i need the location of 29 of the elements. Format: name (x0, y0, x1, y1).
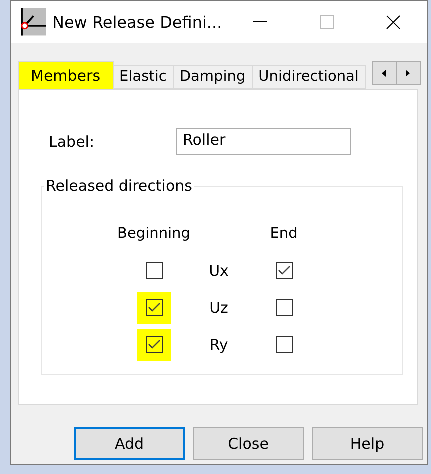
tab[interactable]: Members (18, 61, 114, 89)
checkbox[interactable] (146, 336, 162, 353)
dialog-button[interactable]: Add (74, 427, 185, 460)
direction-label: Ux (209, 262, 229, 280)
minimize-icon[interactable] (253, 21, 268, 23)
checkbox[interactable] (276, 262, 292, 279)
dialog-button[interactable]: Help (312, 427, 423, 460)
left-arrow-icon[interactable] (382, 70, 386, 76)
release-icon (21, 8, 46, 36)
right-arrow-icon[interactable] (406, 70, 410, 76)
close-icon[interactable] (386, 14, 402, 30)
checkbox[interactable] (276, 299, 292, 316)
scroll-right-button[interactable] (396, 61, 421, 85)
direction-label: Uz (210, 298, 228, 316)
window-title: New Release Defini... (52, 12, 224, 32)
group-title: Released directions (45, 177, 194, 195)
column-header: Beginning (118, 226, 190, 242)
tab[interactable]: Damping (172, 65, 253, 89)
tab[interactable]: Unidirectional (252, 65, 366, 89)
field-label: Label: (49, 132, 96, 150)
scroll-left-button[interactable] (372, 61, 397, 85)
dialog-button[interactable]: Close (193, 427, 304, 460)
checkbox[interactable] (146, 299, 162, 316)
tab[interactable]: Elastic (112, 65, 174, 89)
direction-label: Ry (210, 336, 228, 354)
checkbox[interactable] (276, 336, 292, 353)
checkbox[interactable] (146, 262, 162, 279)
label-input-field[interactable]: Roller (176, 128, 351, 155)
column-header: End (270, 226, 298, 242)
